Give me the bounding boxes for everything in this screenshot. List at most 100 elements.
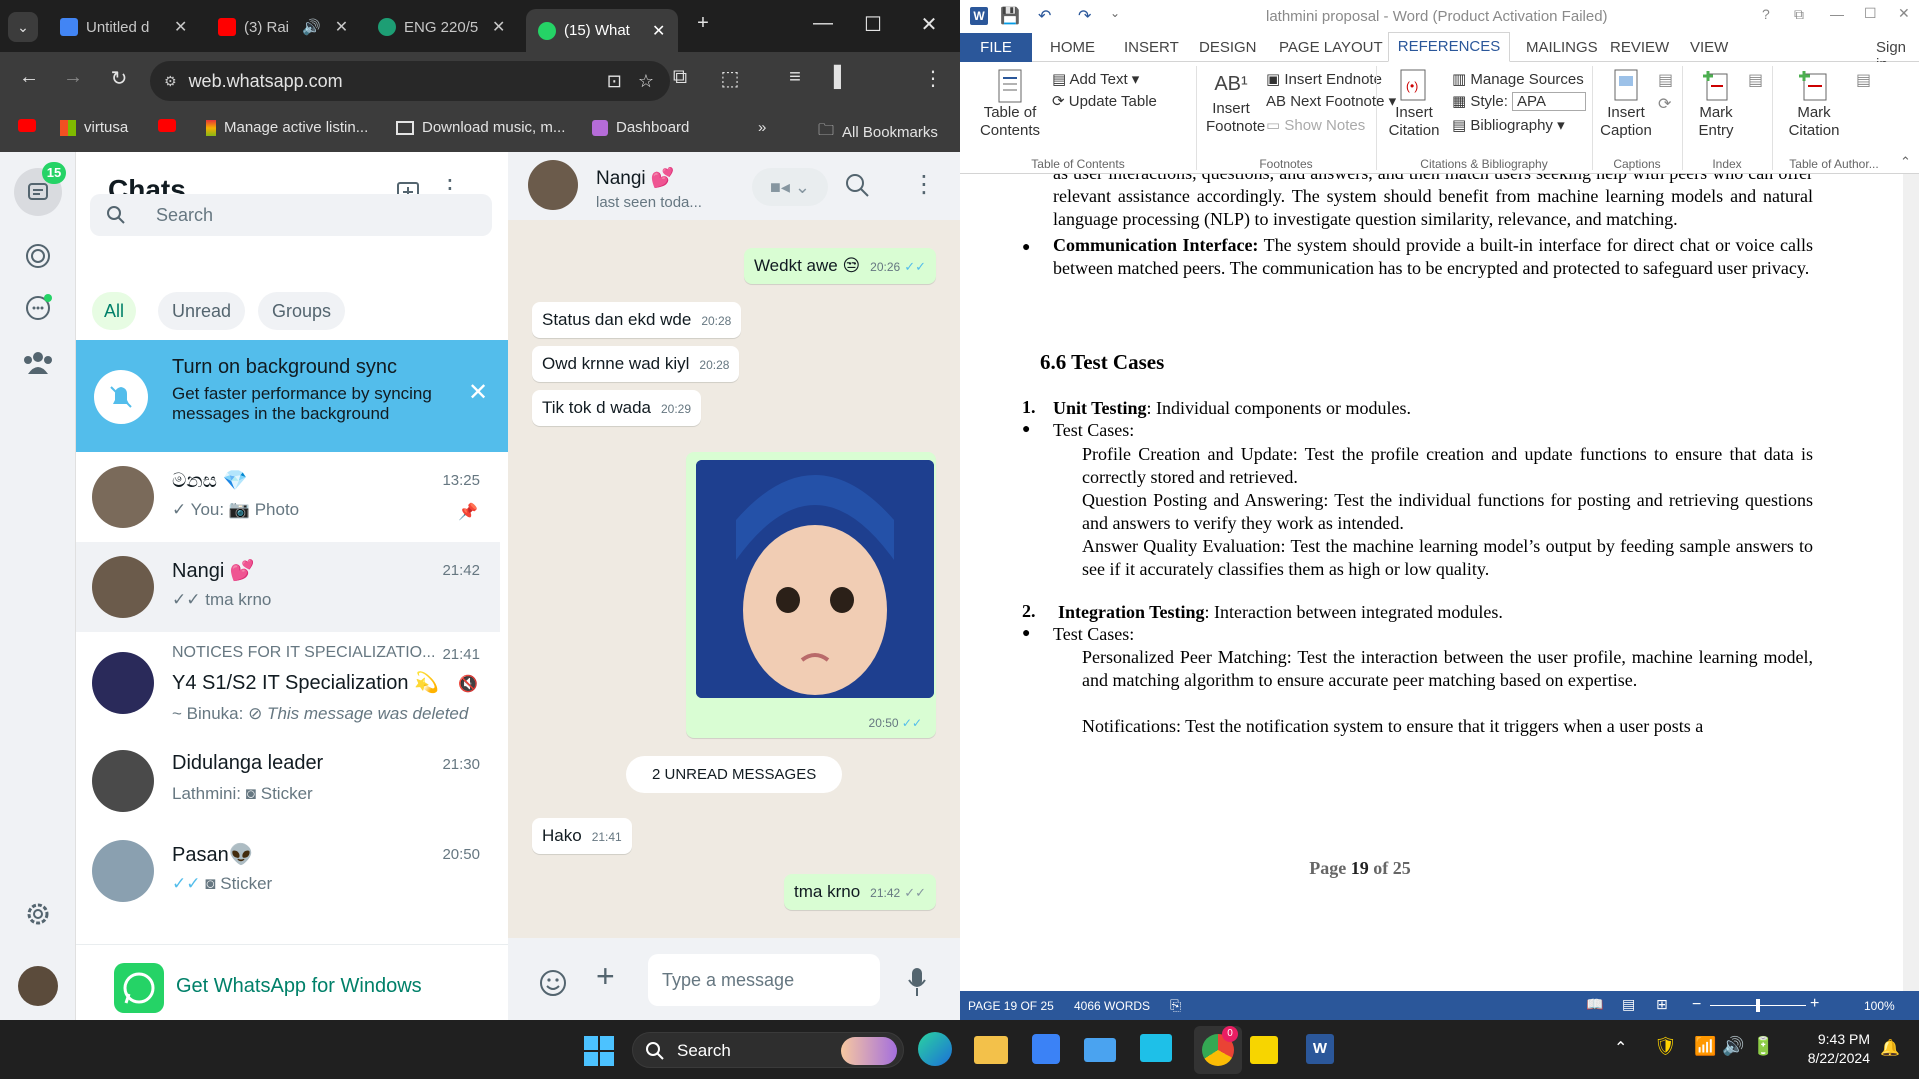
maximize-icon[interactable]: ☐ <box>858 12 888 37</box>
message-incoming[interactable]: Tik tok d wada 20:29 <box>532 390 702 426</box>
tab-view[interactable]: VIEW <box>1690 39 1728 56</box>
mail-icon[interactable] <box>1084 1038 1116 1062</box>
insert-footnote-button[interactable]: AB¹ Insert Footnote <box>1206 68 1265 136</box>
close-tab-icon[interactable]: ✕ <box>652 21 665 41</box>
back-icon[interactable]: ← <box>14 66 44 89</box>
mark-entry-button[interactable]: Mark Entry <box>1690 68 1742 140</box>
style-selector[interactable]: ▦ Style: APA <box>1452 92 1587 111</box>
forward-icon[interactable]: → <box>58 66 88 89</box>
windows-start-icon[interactable] <box>584 1036 614 1066</box>
manage-sources-button[interactable]: ▥ Manage Sources <box>1452 70 1584 88</box>
bookmark-youtube[interactable] <box>18 119 36 132</box>
message-outgoing[interactable]: tma krno 21:42 ✓✓ <box>784 874 936 910</box>
video-call-icon[interactable]: ■◂ ⌄ <box>752 168 828 206</box>
web-layout-icon[interactable]: ⊞ <box>1656 996 1668 1013</box>
channels-icon[interactable] <box>24 294 52 322</box>
chat-row[interactable]: Pasan👽 ✓✓ ◙ Sticker 20:50 <box>76 826 500 916</box>
show-notes-button[interactable]: ▭ Show Notes <box>1266 116 1365 134</box>
communities-icon[interactable] <box>22 348 54 376</box>
conversation-header[interactable]: Nangi 💕 last seen toda... ■◂ ⌄ ⋮ <box>508 152 960 220</box>
bookmark-youtube-2[interactable] <box>158 119 176 132</box>
volume-icon[interactable]: 🔊 <box>1722 1036 1744 1057</box>
bibliography-button[interactable]: ▤ Bibliography ▾ <box>1452 116 1565 134</box>
insert-index-icon[interactable]: ▤ <box>1748 70 1763 90</box>
settings-gear-icon[interactable] <box>24 900 52 928</box>
bookmark-star-icon[interactable]: ☆ <box>638 71 654 92</box>
insert-table-of-figures-icon[interactable]: ▤ <box>1658 70 1673 90</box>
tab-home[interactable]: HOME <box>1050 39 1095 56</box>
battery-icon[interactable]: 🔋 <box>1752 1036 1774 1057</box>
tab-insert[interactable]: INSERT <box>1124 39 1179 56</box>
close-tab-icon[interactable]: ✕ <box>492 17 505 37</box>
microphone-icon[interactable] <box>906 966 928 998</box>
tab-youtube[interactable]: (3) Rai 🔊 ✕ <box>206 9 356 45</box>
tab-search-icon[interactable]: ⌄ <box>8 12 38 42</box>
security-icon[interactable]: 🛡 <box>1654 1036 1677 1057</box>
status-words[interactable]: 4066 WORDS <box>1074 999 1150 1013</box>
clock[interactable]: 9:43 PM 8/22/2024 <box>1796 1030 1870 1068</box>
menu-kebab-icon[interactable]: ⋮ <box>918 66 948 91</box>
close-window-icon[interactable]: ✕ <box>914 12 944 37</box>
taskbar-search[interactable]: Search <box>632 1032 904 1068</box>
save-icon[interactable]: 💾 <box>1000 6 1020 26</box>
document-page[interactable]: as user interactions, questions, and ans… <box>960 174 1919 991</box>
insert-endnote-button[interactable]: ▣ Insert Endnote <box>1266 70 1382 88</box>
edge-icon[interactable] <box>918 1032 952 1066</box>
tab-references[interactable]: REFERENCES <box>1388 32 1510 62</box>
proofing-icon[interactable]: ⎘ <box>1170 997 1181 1014</box>
close-banner-icon[interactable]: ✕ <box>468 378 488 407</box>
tab-docs[interactable]: Untitled d ✕ <box>48 9 200 45</box>
undo-icon[interactable]: ↶ <box>1038 6 1051 26</box>
bookmark-dashboard[interactable]: Dashboard <box>592 119 689 136</box>
emoji-icon[interactable] <box>538 968 568 998</box>
speaker-icon[interactable]: 🔊 <box>302 18 321 36</box>
chat-row[interactable]: මනස 💎 ✓ You: 📷 Photo 13:25 📌 <box>76 452 500 542</box>
close-window-icon[interactable]: ✕ <box>1898 5 1910 22</box>
minimize-icon[interactable]: — <box>1830 6 1844 22</box>
bookmark-virtusa[interactable]: virtusa <box>60 119 128 136</box>
close-tab-icon[interactable]: ✕ <box>174 17 187 37</box>
wifi-icon[interactable]: 📶 <box>1694 1036 1716 1057</box>
tab-eng[interactable]: ENG 220/5 ✕ <box>366 9 518 45</box>
remote-desktop-icon[interactable] <box>1140 1034 1172 1062</box>
zoom-out-icon[interactable]: − <box>1692 996 1701 1014</box>
mark-citation-button[interactable]: Mark Citation <box>1778 68 1850 140</box>
profile-avatar[interactable] <box>18 966 58 1006</box>
bookmark-manage-listings[interactable]: Manage active listin... <box>206 119 368 136</box>
new-tab-icon[interactable]: + <box>688 12 718 35</box>
filter-groups[interactable]: Groups <box>258 292 346 330</box>
media-icon[interactable]: ≡ <box>780 66 810 89</box>
show-hidden-icons-icon[interactable]: ⌃ <box>1614 1038 1627 1058</box>
tab-mailings[interactable]: MAILINGS <box>1526 39 1598 56</box>
table-of-contents-button[interactable]: Table of Contents <box>974 68 1046 140</box>
file-explorer-icon[interactable] <box>974 1036 1008 1064</box>
reload-icon[interactable]: ↻ <box>104 66 134 91</box>
filter-all[interactable]: All <box>92 292 137 330</box>
site-info-icon[interactable]: ⚙ <box>164 73 177 90</box>
status-page[interactable]: PAGE 19 OF 25 <box>968 999 1054 1013</box>
install-icon[interactable]: ⊡ <box>607 71 622 92</box>
maximize-icon[interactable]: ☐ <box>1864 5 1877 22</box>
chrome-taskbar-button[interactable]: 0 <box>1194 1026 1242 1074</box>
collapse-ribbon-icon[interactable]: ⌃ <box>1900 154 1911 170</box>
search-input[interactable]: Search <box>90 194 492 236</box>
message-incoming[interactable]: Status dan ekd wde 20:28 <box>532 302 742 338</box>
sticky-notes-icon[interactable] <box>1250 1036 1278 1064</box>
customize-qat-icon[interactable]: ⌄ <box>1110 6 1120 20</box>
all-bookmarks[interactable]: 🗀 All Bookmarks <box>818 119 938 146</box>
update-table-button[interactable]: ⟳ Update Table <box>1052 92 1157 110</box>
zoom-in-icon[interactable]: + <box>1810 995 1819 1013</box>
message-incoming[interactable]: Owd krnne wad kiyl 20:28 <box>532 346 740 382</box>
message-outgoing[interactable]: Wedkt awe 😒 20:26 ✓✓ <box>743 248 936 284</box>
sidepanel-icon[interactable]: ▌ <box>826 66 856 89</box>
tab-design[interactable]: DESIGN <box>1199 39 1257 56</box>
photo[interactable] <box>696 460 934 698</box>
search-icon[interactable] <box>844 172 870 198</box>
zoom-level[interactable]: 100% <box>1864 999 1895 1013</box>
menu-kebab-icon[interactable]: ⋮ <box>912 170 936 199</box>
attach-plus-icon[interactable]: + <box>596 958 615 995</box>
update-table-icon[interactable]: ⟳ <box>1658 94 1671 114</box>
word-taskbar-icon[interactable]: W <box>1306 1034 1334 1064</box>
help-icon[interactable]: ? <box>1762 6 1770 22</box>
tab-page-layout[interactable]: PAGE LAYOUT <box>1279 39 1383 56</box>
